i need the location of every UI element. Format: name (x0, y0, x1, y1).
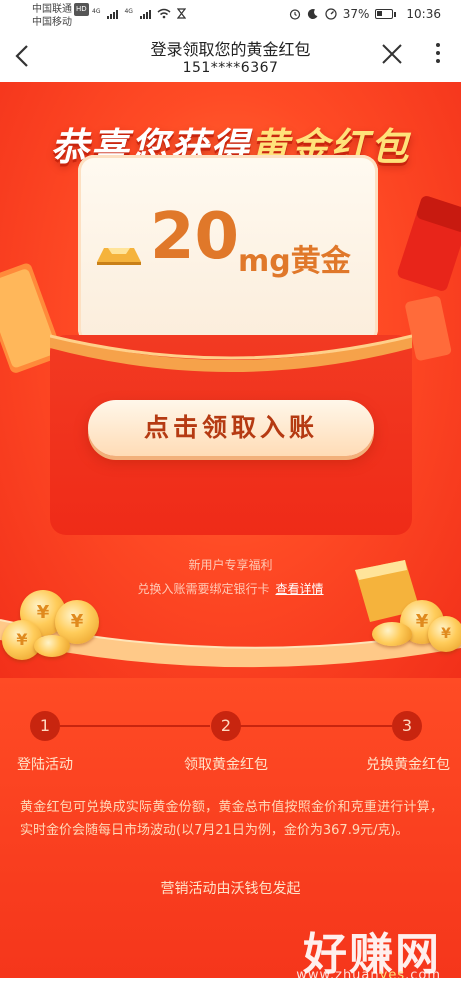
nav-bar: 登录领取您的黄金红包 151****6367 (0, 30, 461, 82)
envelope-flap (50, 334, 412, 372)
description-text: 黄金红包可兑换成实际黄金份额，黄金总市值按照金价和克重进行计算，实时金价会随每日… (20, 800, 443, 838)
signal-icons: 4G 4G (92, 8, 186, 19)
step-label: 兑换黄金红包 (366, 757, 450, 773)
claim-button[interactable]: 点击领取入账 (88, 400, 374, 456)
close-icon[interactable] (381, 39, 403, 72)
network-tag-1: 4G (92, 8, 101, 15)
alarm-icon (289, 9, 300, 20)
hd-badge: HD (74, 3, 89, 16)
coin-right-2 (372, 622, 412, 646)
more-menu-icon[interactable] (435, 43, 441, 63)
clock: 10:36 (406, 7, 441, 21)
signal-bars-icon (139, 10, 151, 19)
gold-amount: 20 (150, 200, 240, 274)
step-number: 3 (392, 711, 422, 741)
sponsor-note: 营销活动由沃钱包发起 (160, 881, 301, 897)
step-number: 2 (211, 711, 241, 741)
carrier-info: 中国联通 HD 中国移动 (32, 3, 89, 29)
network-tag-2: 4G (124, 8, 133, 15)
speed-icon (325, 8, 337, 20)
wifi-icon (157, 8, 171, 19)
do-not-disturb-icon (307, 9, 318, 20)
carrier-1: 中国联通 (32, 4, 72, 15)
hourglass-icon (176, 8, 186, 19)
decorative-envelope-right (397, 196, 461, 291)
battery-percent: 37% (342, 7, 370, 21)
step-label: 登陆活动 (17, 757, 73, 773)
bind-card-text: 兑换入账需要绑定银行卡 (137, 582, 270, 596)
status-bar: 中国联通 HD 中国移动 4G 4G 37% 10:36 (0, 0, 461, 30)
step-label: 领取黄金红包 (184, 757, 268, 773)
step-connector (60, 725, 210, 727)
bottom-strip (0, 978, 461, 1000)
view-details-link[interactable]: 查看详情 (276, 582, 324, 596)
coin-left-4 (34, 635, 70, 657)
status-right: 37% 10:36 (289, 7, 441, 21)
coin-right-3: ¥ (428, 616, 461, 652)
step-connector (240, 725, 392, 727)
battery-icon (375, 9, 394, 19)
decorative-envelope-right-2 (405, 296, 452, 361)
gold-unit: mg黄金 (238, 244, 351, 279)
gold-ingot-icon (97, 248, 141, 265)
step-number: 1 (30, 711, 60, 741)
carrier-2: 中国移动 (32, 17, 72, 28)
signal-bars-icon (107, 10, 119, 19)
